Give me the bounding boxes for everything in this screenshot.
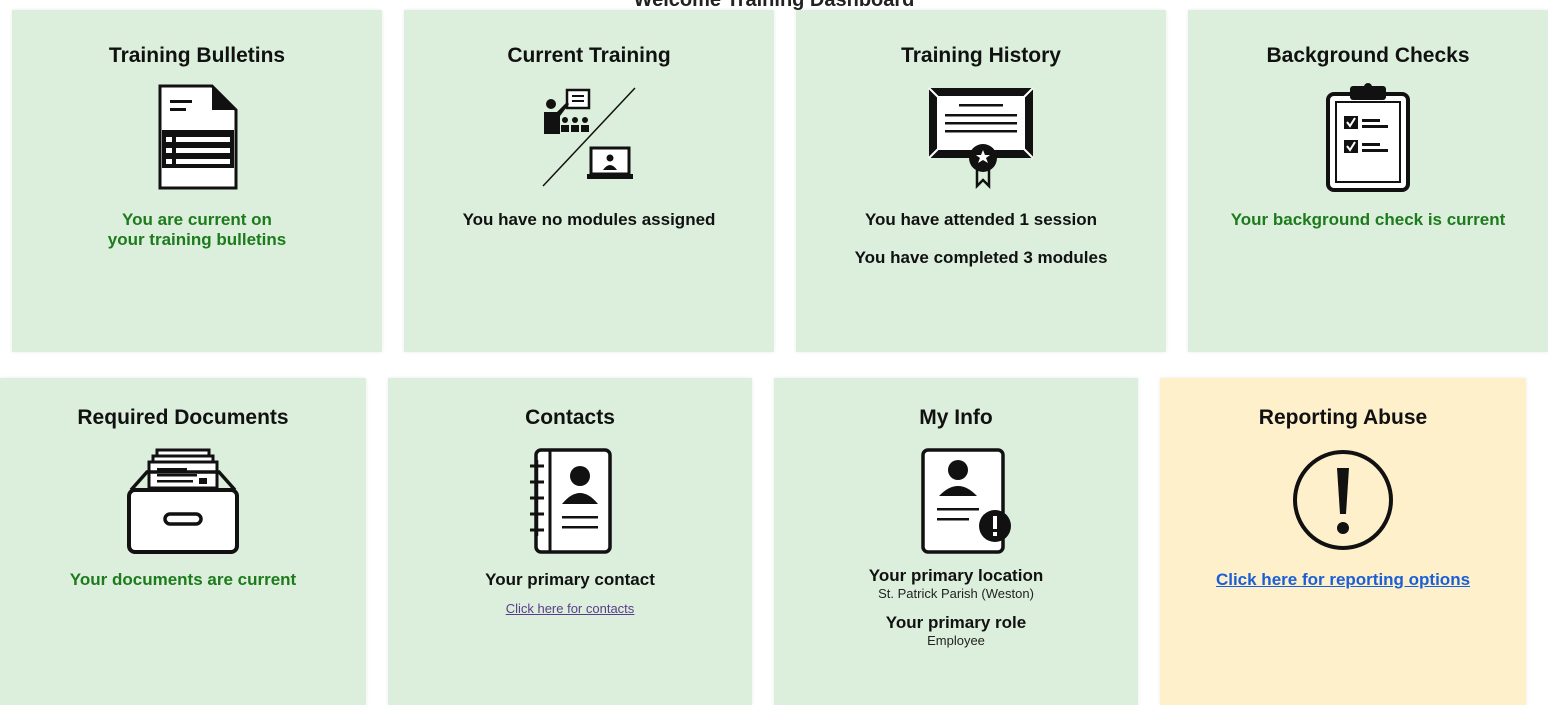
document-icon (158, 84, 238, 190)
status-text: Your background check is current (1230, 210, 1506, 229)
role-label: Your primary role (885, 613, 1027, 632)
tile-title: Contacts (525, 406, 615, 429)
status-text: You have completed 3 modules (854, 248, 1108, 267)
certificate-icon (928, 87, 1034, 190)
location-label: Your primary location (868, 566, 1044, 585)
tile-current-training[interactable]: Current Training You have no modules ass… (404, 10, 774, 352)
contacts-link[interactable]: Click here for contacts (506, 601, 635, 616)
tile-training-bulletins[interactable]: Training Bulletins You are current on yo… (12, 10, 382, 352)
tile-background-checks[interactable]: Background Checks Your background check … (1188, 10, 1548, 352)
tile-title: My Info (919, 406, 993, 429)
tile-title: Training History (901, 44, 1061, 67)
tile-contacts[interactable]: Contacts Your primary contact Click here… (388, 378, 752, 705)
reporting-options-link[interactable]: Click here for reporting options (1216, 570, 1470, 589)
tile-title: Background Checks (1266, 44, 1470, 67)
status-text: your training bulletins (107, 230, 287, 249)
status-text: Your documents are current (69, 570, 297, 589)
tile-title: Required Documents (77, 406, 289, 429)
status-text: Your primary contact (485, 570, 655, 589)
tile-title: Current Training (507, 44, 671, 67)
training-icon (542, 87, 636, 187)
dashboard-page: Welcome Training Dashboard Training Bull… (0, 0, 1548, 705)
tile-required-documents[interactable]: Required Documents Your documents are cu… (0, 378, 366, 705)
role-value: Employee (927, 633, 985, 648)
profile-alert-icon (921, 448, 1011, 554)
status-text: You are current on (122, 210, 272, 229)
file-drawer-icon (127, 448, 239, 554)
tile-training-history[interactable]: Training History You have attended 1 ses… (796, 10, 1166, 352)
tile-title: Reporting Abuse (1258, 406, 1428, 429)
address-book-icon (530, 448, 612, 554)
status-text: You have no modules assigned (462, 210, 716, 229)
tile-my-info[interactable]: My Info Your primary location St. Patric… (774, 378, 1138, 705)
tile-title: Training Bulletins (108, 44, 286, 67)
exclamation-circle-icon (1293, 450, 1393, 550)
location-value: St. Patrick Parish (Weston) (878, 586, 1034, 601)
clipboard-checklist-icon (1326, 83, 1410, 192)
tile-reporting-abuse[interactable]: Reporting Abuse Click here for reporting… (1160, 378, 1526, 705)
status-text: You have attended 1 session (864, 210, 1098, 229)
